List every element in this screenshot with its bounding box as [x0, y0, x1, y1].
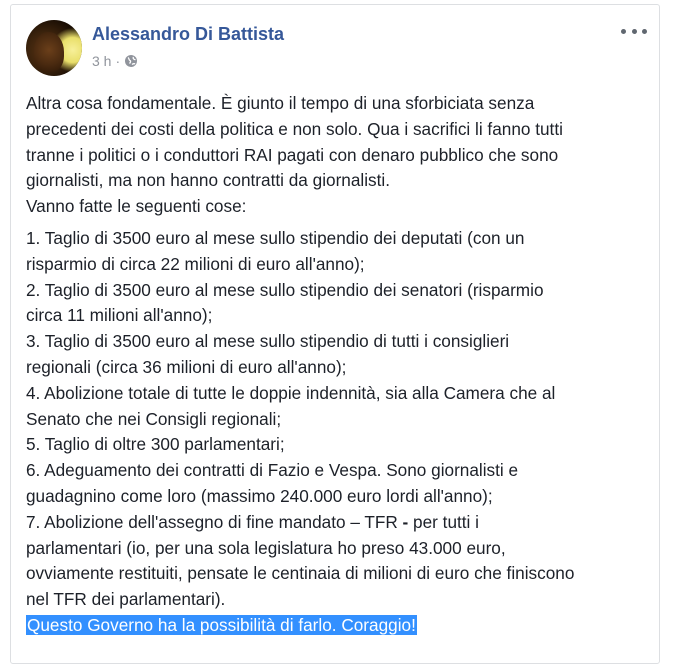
post-body: Altra cosa fondamentale. È giunto il tem…: [26, 91, 651, 645]
intro-paragraph: Altra cosa fondamentale. È giunto il tem…: [26, 91, 651, 220]
more-dot: [631, 28, 637, 34]
avatar-face: [34, 32, 64, 72]
post-card: Alessandro Di Battista 3 h · Altra cosa …: [10, 4, 660, 664]
more-options-icon[interactable]: [621, 23, 647, 39]
list-line: 6. Adeguamento dei contratti di Fazio e …: [26, 460, 519, 481]
author-name-link[interactable]: Alessandro Di Battista: [92, 24, 284, 45]
list-line: 3. Taglio di 3500 euro al mese sullo sti…: [26, 331, 510, 352]
closing-paragraph: Questo Governo ha la possibilità di farl…: [26, 613, 651, 639]
list-line: regionali (circa 36 milioni di euro all'…: [26, 356, 347, 377]
list-line: Senato che nei Consigli regionali;: [26, 408, 282, 429]
list-line: 1. Taglio di 3500 euro al mese sullo sti…: [26, 227, 525, 248]
list-line: ovviamente restituiti, pensate le centin…: [26, 563, 575, 584]
author-avatar[interactable]: [26, 20, 82, 76]
more-dot: [621, 28, 626, 34]
highlighted-closing-text[interactable]: Questo Governo ha la possibilità di farl…: [26, 614, 417, 635]
tfr-text-start: 7. Abolizione dell'assegno di fine manda…: [26, 511, 403, 532]
tfr-text-end: per tutti i: [408, 511, 479, 532]
globe-icon[interactable]: [124, 54, 138, 68]
list-line: 5. Taglio di oltre 300 parlamentari;: [26, 434, 285, 455]
text-line: giornalisti, ma non hanno contratti da g…: [26, 170, 391, 191]
list-line: risparmio di circa 22 milioni di euro al…: [26, 253, 365, 274]
meta-separator: ·: [115, 53, 121, 69]
list-line: circa 11 milioni all'anno);: [26, 305, 213, 326]
list-line: guadagnino come loro (massimo 240.000 eu…: [26, 485, 493, 506]
more-dot: [642, 28, 647, 34]
text-line: precedenti dei costi della politica e no…: [26, 118, 563, 139]
list-line: 2. Taglio di 3500 euro al mese sullo sti…: [26, 279, 544, 300]
text-line: tranne i politici o i conduttori RAI pag…: [26, 144, 559, 165]
proposals-list: 1. Taglio di 3500 euro al mese sullo sti…: [26, 226, 651, 613]
list-line-tfr: 7. Abolizione dell'assegno di fine manda…: [26, 510, 651, 536]
list-line: parlamentari (io, per una sola legislatu…: [26, 537, 506, 558]
post-meta: 3 h ·: [92, 53, 138, 69]
post-timestamp[interactable]: 3 h: [92, 53, 111, 69]
text-line: Altra cosa fondamentale. È giunto il tem…: [26, 93, 535, 113]
text-line: Vanno fatte le seguenti cose:: [26, 196, 247, 217]
list-line: nel TFR dei parlamentari).: [26, 589, 226, 610]
list-line: 4. Abolizione totale di tutte le doppie …: [26, 382, 556, 403]
